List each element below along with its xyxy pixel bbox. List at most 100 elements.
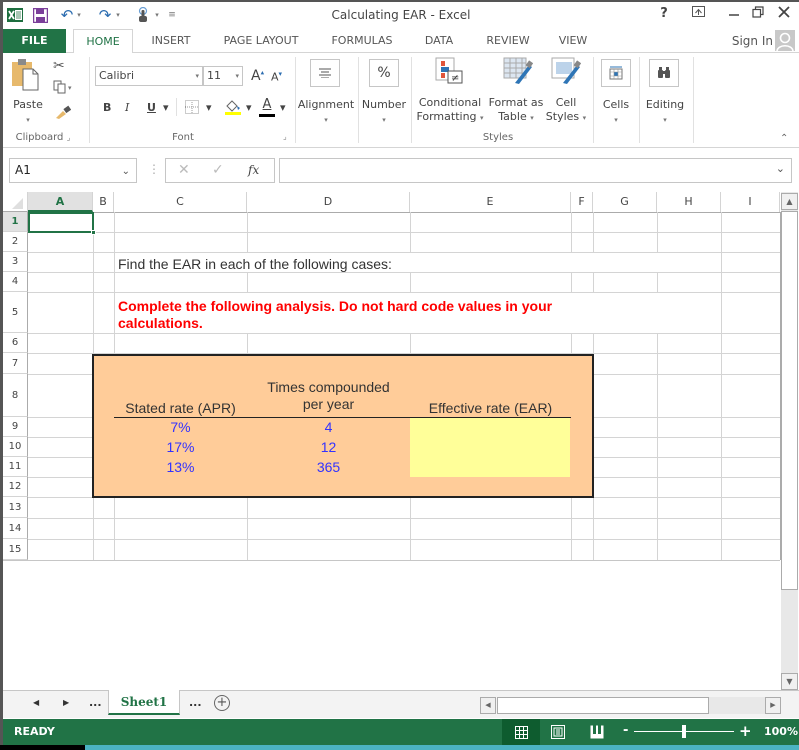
column-header-i[interactable]: I: [721, 192, 780, 212]
cell-c3[interactable]: Find the EAR in each of the following ca…: [118, 256, 392, 272]
alignment-button[interactable]: Alignment: [296, 98, 356, 112]
find-binoculars-icon[interactable]: [649, 59, 679, 87]
tab-file[interactable]: FILE: [3, 29, 66, 53]
format-as-table-button[interactable]: Format as Table ▾: [486, 96, 546, 125]
number-button[interactable]: Number: [359, 98, 409, 112]
underline-dropdown-icon[interactable]: ▾: [163, 98, 169, 116]
column-header-h[interactable]: H: [657, 192, 721, 212]
number-format-icon[interactable]: %: [369, 59, 399, 87]
scroll-down-button[interactable]: ▼: [781, 673, 798, 690]
header-stated-rate[interactable]: Stated rate (APR): [114, 400, 247, 416]
row-header-12[interactable]: 12: [3, 477, 28, 497]
conditional-formatting-button[interactable]: Conditional Formatting ▾: [415, 96, 485, 125]
paste-button-label[interactable]: Paste: [11, 98, 45, 112]
row-header-9[interactable]: 9: [3, 417, 28, 437]
font-dialog-launcher-icon[interactable]: ⌟: [283, 132, 287, 141]
font-size-combo[interactable]: 11 ▾: [203, 66, 243, 86]
formula-bar-grip-icon[interactable]: ⋮: [148, 162, 160, 176]
column-header-d[interactable]: D: [247, 192, 410, 212]
row-header-1[interactable]: 1: [3, 212, 28, 232]
row-header-5[interactable]: 5: [3, 292, 28, 333]
sheet-tabs-ellipsis-left[interactable]: ...: [89, 696, 102, 709]
select-all-button[interactable]: [3, 192, 28, 212]
sign-in-link[interactable]: Sign In: [729, 29, 773, 53]
scroll-left-button[interactable]: ◀: [480, 697, 496, 714]
zoom-in-button[interactable]: +: [739, 722, 752, 740]
cut-icon[interactable]: ✂: [53, 58, 65, 74]
restore-icon[interactable]: [746, 6, 770, 24]
sheet-tabs-ellipsis-right[interactable]: ...: [189, 696, 202, 709]
vertical-scrollbar[interactable]: ▲ ▼: [781, 192, 798, 690]
row-header-8[interactable]: 8: [3, 374, 28, 417]
tab-insert[interactable]: INSERT: [143, 29, 199, 53]
column-header-b[interactable]: B: [93, 192, 114, 212]
editing-button[interactable]: Editing: [641, 98, 689, 112]
italic-button[interactable]: I: [125, 98, 129, 116]
row-header-11[interactable]: 11: [3, 457, 28, 477]
zoom-level[interactable]: 100%: [764, 725, 798, 738]
cancel-entry-icon[interactable]: ✕: [178, 162, 190, 178]
minimize-icon[interactable]: [722, 6, 746, 24]
cell-styles-icon[interactable]: [551, 57, 582, 85]
row-header-3[interactable]: 3: [3, 252, 28, 272]
help-button[interactable]: ?: [652, 6, 676, 24]
row-header-2[interactable]: 2: [3, 232, 28, 252]
font-color-button[interactable]: A: [259, 97, 275, 117]
format-painter-icon[interactable]: [55, 105, 72, 119]
zoom-slider-thumb[interactable]: [682, 725, 686, 738]
scroll-up-button[interactable]: ▲: [781, 193, 798, 210]
row-header-4[interactable]: 4: [3, 272, 28, 292]
zoom-out-button[interactable]: -: [623, 723, 628, 738]
ribbon-display-options-icon[interactable]: [686, 6, 710, 24]
tab-data[interactable]: DATA: [418, 29, 460, 53]
cell-d11-times[interactable]: 365: [247, 459, 410, 475]
cell-c10-apr[interactable]: 17%: [114, 439, 247, 455]
tab-review[interactable]: REVIEW: [480, 29, 536, 53]
worksheet-grid[interactable]: A B C D E F G H I 1 2 3 4 5 6 7 8 9 10 1…: [3, 192, 781, 561]
tab-view[interactable]: VIEW: [555, 29, 591, 53]
cells-icon[interactable]: [601, 59, 631, 87]
cell-d9-times[interactable]: 4: [247, 419, 410, 435]
row-header-15[interactable]: 15: [3, 539, 28, 560]
column-header-g[interactable]: G: [593, 192, 657, 212]
next-sheet-button[interactable]: ▶: [63, 698, 69, 707]
cell-c5[interactable]: Complete the following analysis. Do not …: [118, 298, 552, 332]
page-layout-view-button[interactable]: [551, 725, 565, 742]
formula-input[interactable]: ⌄: [279, 158, 792, 183]
name-box[interactable]: A1 ⌄: [9, 158, 137, 183]
header-effective-rate[interactable]: Effective rate (EAR): [410, 400, 571, 416]
tab-page-layout[interactable]: PAGE LAYOUT: [217, 29, 305, 53]
fill-color-dropdown-icon[interactable]: ▾: [246, 98, 252, 116]
font-name-combo[interactable]: Calibri ▾: [95, 66, 203, 86]
row-header-13[interactable]: 13: [3, 497, 28, 518]
sheet-tab-sheet1[interactable]: Sheet1: [108, 690, 180, 715]
close-icon[interactable]: [772, 6, 796, 24]
cell-d10-times[interactable]: 12: [247, 439, 410, 455]
paste-icon[interactable]: [11, 57, 41, 91]
cell-c11-apr[interactable]: 13%: [114, 459, 247, 475]
shrink-font-button[interactable]: A▾: [271, 70, 282, 84]
column-header-c[interactable]: C: [114, 192, 247, 212]
insert-function-button[interactable]: fx: [248, 163, 259, 177]
cells-button[interactable]: Cells: [596, 98, 636, 112]
horizontal-scroll-track[interactable]: [709, 697, 765, 714]
grow-font-button[interactable]: A▴: [251, 68, 264, 84]
active-cell-a1[interactable]: [28, 212, 94, 233]
paste-dropdown-icon[interactable]: ▾: [11, 113, 45, 127]
underline-button[interactable]: U: [147, 98, 156, 116]
column-header-a[interactable]: A: [28, 192, 93, 212]
row-header-7[interactable]: 7: [3, 353, 28, 374]
row-header-6[interactable]: 6: [3, 333, 28, 353]
cell-styles-button[interactable]: Cell Styles ▾: [543, 96, 589, 125]
column-header-f[interactable]: F: [571, 192, 593, 212]
bold-button[interactable]: B: [103, 98, 111, 116]
copy-icon[interactable]: ▾: [53, 80, 75, 96]
ear-output-range[interactable]: [410, 418, 570, 477]
alignment-icon[interactable]: [310, 59, 340, 87]
collapse-ribbon-icon[interactable]: ⌃: [780, 133, 788, 144]
horizontal-scroll-thumb[interactable]: [497, 697, 709, 714]
new-sheet-button[interactable]: +: [214, 695, 230, 711]
cell-c9-apr[interactable]: 7%: [114, 419, 247, 435]
confirm-entry-icon[interactable]: ✓: [212, 162, 224, 178]
format-as-table-icon[interactable]: [503, 57, 534, 85]
